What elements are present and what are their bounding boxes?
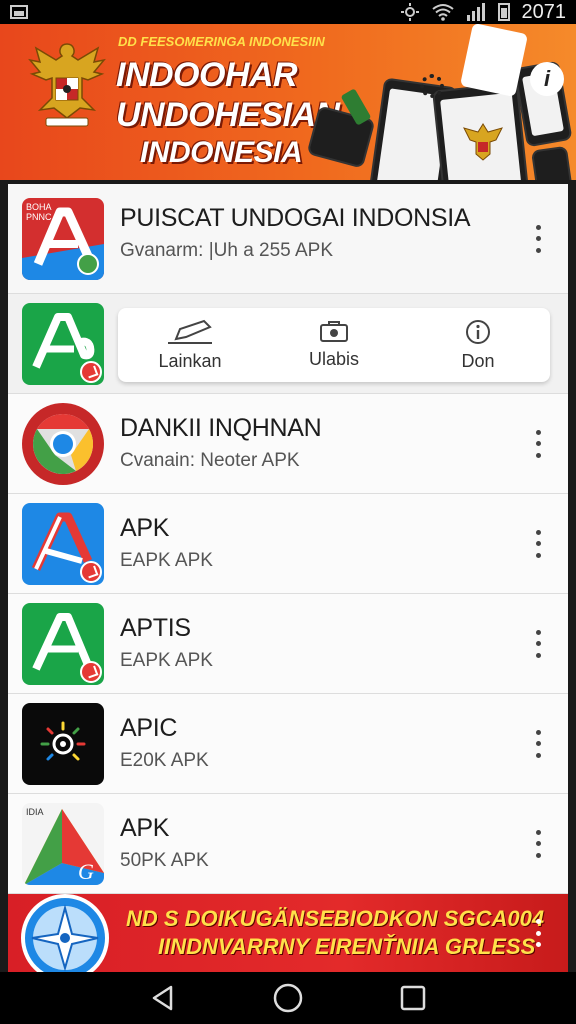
- app-green-a-icon: [22, 302, 104, 385]
- list-item[interactable]: DANKII INQHNAN Cvanain: Neoter APK: [8, 394, 568, 494]
- app-red-a-icon: BOHA PNNC: [22, 197, 104, 280]
- footer-banner-line2: IINDNVARRNY EIRENŤNIIA GRLESS: [158, 934, 536, 959]
- app-title: PUISCAT UNDOGAI INDONSIA: [120, 204, 471, 232]
- more-options-icon[interactable]: [530, 729, 546, 758]
- more-options-icon[interactable]: [530, 529, 546, 558]
- list-item[interactable]: APIC E20K APK: [8, 694, 568, 794]
- recents-icon: [401, 985, 426, 1011]
- more-options-icon[interactable]: [530, 629, 546, 658]
- more-options-icon[interactable]: [530, 829, 546, 858]
- app-title: DANKII INQHNAN: [120, 414, 322, 442]
- phone-illustration: [530, 145, 574, 180]
- action-lainkan-button[interactable]: Lainkan: [118, 308, 262, 382]
- home-icon: [273, 983, 303, 1013]
- battery-icon: [497, 3, 510, 21]
- signal-icon: [466, 3, 485, 21]
- status-time: 2071: [521, 0, 567, 23]
- apk-blue-icon: [22, 502, 104, 585]
- backup-icon: [320, 320, 348, 342]
- promo-banner[interactable]: DD FEESOMERINGA INDONESIIN INDOOHAR UNDO…: [0, 24, 576, 180]
- more-options-icon[interactable]: [530, 919, 546, 947]
- recents-button[interactable]: [393, 978, 433, 1018]
- list-item[interactable]: APK EAPK APK: [8, 494, 568, 594]
- banner-subtitle: DD FEESOMERINGA INDONESIIN: [118, 34, 325, 49]
- chrome-icon: [22, 402, 104, 485]
- app-title: APK: [120, 814, 170, 842]
- action-card: Lainkan Ulabis Don: [118, 308, 550, 382]
- svg-text:G: G: [78, 859, 94, 884]
- app-title: APK: [120, 514, 170, 542]
- badge-icon: [80, 660, 102, 683]
- info-icon: [466, 319, 490, 344]
- home-button[interactable]: [268, 978, 308, 1018]
- wifi-icon: [431, 4, 454, 21]
- garuda-mini-icon: [463, 123, 503, 161]
- ring-illustration: [420, 74, 444, 98]
- badge-icon: [80, 560, 102, 583]
- compass-icon: [21, 894, 109, 972]
- app-subtitle: Gvanarm: |Uh a 255 APK: [120, 240, 333, 261]
- triangle-colorful-icon: G IDIA: [22, 802, 104, 885]
- list-item[interactable]: Lainkan Ulabis Don: [8, 294, 568, 394]
- app-list: BOHA PNNC PUISCAT UNDOGAI INDONSIA Gvana…: [8, 184, 568, 972]
- banner-headline-line1: INDOOHAR: [116, 56, 298, 94]
- badge-icon: [80, 360, 102, 383]
- settings-notification-icon: [400, 3, 419, 21]
- app-title: APIC: [120, 714, 178, 742]
- action-don-button[interactable]: Don: [406, 308, 550, 382]
- more-options-icon[interactable]: [530, 224, 546, 253]
- banner-headline-line3: INDONESIA: [140, 136, 303, 169]
- more-options-icon[interactable]: [530, 429, 546, 458]
- navigation-bar: [0, 972, 576, 1024]
- info-bubble-icon: i: [530, 62, 564, 96]
- garuda-emblem-icon: [28, 43, 106, 127]
- app-subtitle: E20K APK: [120, 750, 209, 771]
- list-item[interactable]: BOHA PNNC PUISCAT UNDOGAI INDONSIA Gvana…: [8, 184, 568, 294]
- app-icon-label: IDIA: [26, 806, 44, 817]
- action-ulabis-button[interactable]: Ulabis: [262, 308, 406, 382]
- status-bar: 2071: [0, 0, 576, 24]
- app-title: APTIS: [120, 614, 191, 642]
- gallery-notification-icon: [10, 5, 28, 19]
- list-item[interactable]: G IDIA APK 50PK APK: [8, 794, 568, 894]
- banner-headline-line2: UNDOHESIAN: [116, 96, 340, 134]
- list-item[interactable]: APTIS EAPK APK: [8, 594, 568, 694]
- action-label: Don: [461, 350, 495, 371]
- footer-banner-line1: ND S DOIKUGÄNSEBIODKON SGCA004: [126, 906, 545, 931]
- app-subtitle: EAPK APK: [120, 550, 213, 571]
- back-button[interactable]: [143, 978, 183, 1018]
- app-subtitle: EAPK APK: [120, 650, 213, 671]
- sun-icon: [22, 702, 104, 785]
- action-label: Lainkan: [158, 350, 222, 371]
- edit-icon: [168, 319, 212, 344]
- back-icon: [152, 985, 172, 1011]
- app-icon-label: BOHA PNNC: [26, 201, 52, 222]
- app-subtitle: 50PK APK: [120, 850, 209, 871]
- app-subtitle: Cvanain: Neoter APK: [120, 450, 300, 471]
- action-label: Ulabis: [308, 348, 360, 369]
- apk-green-icon: [22, 602, 104, 685]
- footer-promo-banner[interactable]: ND S DOIKUGÄNSEBIODKON SGCA004 IINDNVARR…: [8, 894, 568, 972]
